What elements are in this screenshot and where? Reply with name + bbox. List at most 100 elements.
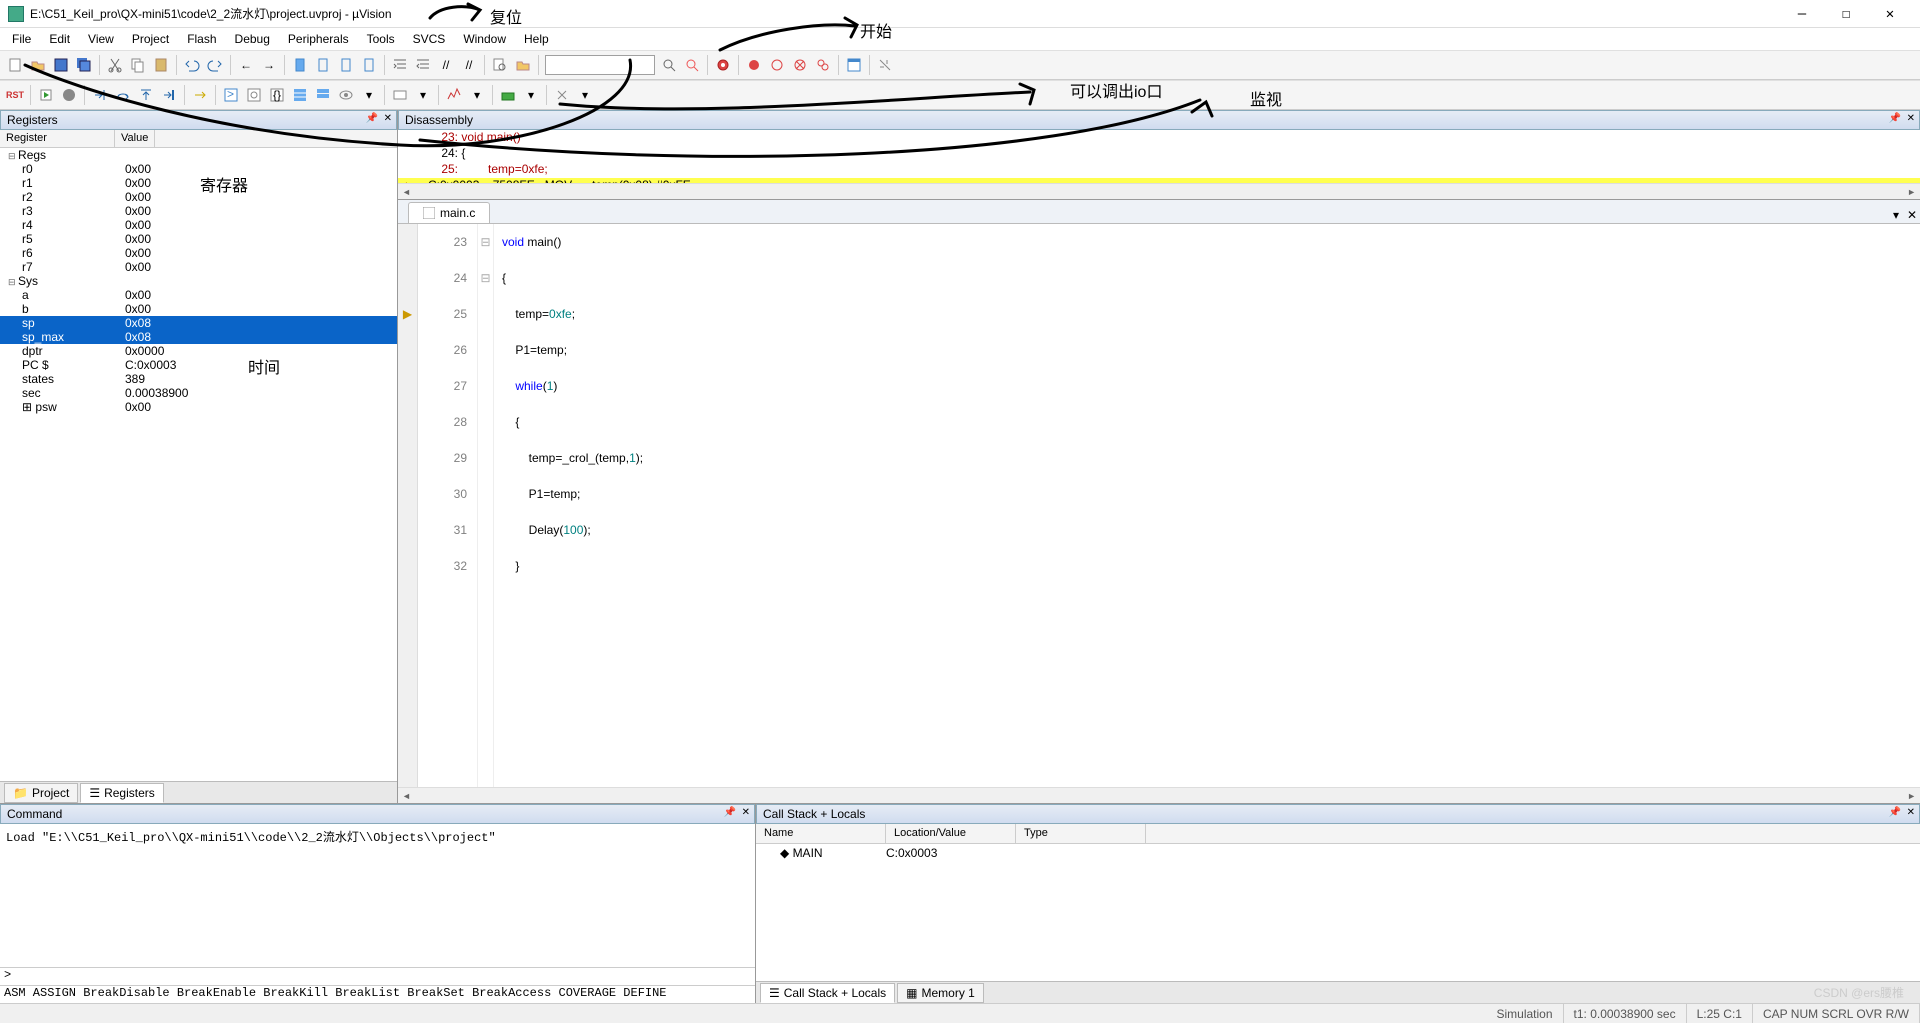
reg-row[interactable]: a0x00	[0, 288, 397, 302]
run-icon[interactable]	[35, 84, 57, 106]
breakpoint-kill-icon[interactable]	[789, 54, 811, 76]
indent-icon[interactable]	[389, 54, 411, 76]
registers-window-icon[interactable]	[289, 84, 311, 106]
menu-debug[interactable]: Debug	[227, 30, 278, 48]
reg-row[interactable]: PC $C:0x0003	[0, 358, 397, 372]
step-out-icon[interactable]	[135, 84, 157, 106]
callstack-row[interactable]: ◆ MAINC:0x0003	[756, 844, 1920, 862]
command-window-icon[interactable]: >	[220, 84, 242, 106]
reg-group[interactable]: Regs	[0, 148, 397, 162]
trace-window-icon[interactable]	[443, 84, 465, 106]
reg-row[interactable]: sp0x08	[0, 316, 397, 330]
toolbox-icon[interactable]	[497, 84, 519, 106]
editor-hscroll[interactable]	[398, 787, 1920, 803]
close-panel-icon[interactable]: ✕	[1907, 113, 1915, 124]
tab-callstack[interactable]: ☰Call Stack + Locals	[760, 983, 895, 1003]
configure-icon[interactable]	[874, 54, 896, 76]
menu-file[interactable]: File	[4, 30, 39, 48]
reg-row[interactable]: dptr0x0000	[0, 344, 397, 358]
paste-icon[interactable]	[150, 54, 172, 76]
toolbox-dd-icon[interactable]: ▾	[520, 84, 542, 106]
reg-row[interactable]: r70x00	[0, 260, 397, 274]
memory-window-icon[interactable]: ▾	[358, 84, 380, 106]
redo-icon[interactable]	[204, 54, 226, 76]
editor-close-icon[interactable]: ✕	[1904, 207, 1920, 223]
reg-row[interactable]: states389	[0, 372, 397, 386]
menu-project[interactable]: Project	[124, 30, 177, 48]
bookmark-next-icon[interactable]	[335, 54, 357, 76]
symbols-window-icon[interactable]: {}	[266, 84, 288, 106]
pin-icon[interactable]: 📌	[1889, 113, 1901, 124]
run-to-cursor-icon[interactable]	[158, 84, 180, 106]
tab-project[interactable]: 📁Project	[4, 783, 78, 803]
bookmark-clear-icon[interactable]	[358, 54, 380, 76]
pin-icon[interactable]: 📌	[724, 807, 736, 818]
serial-window-icon[interactable]	[389, 84, 411, 106]
callstack-table[interactable]: ◆ MAINC:0x0003	[756, 844, 1920, 981]
disassembly-window-icon[interactable]	[243, 84, 265, 106]
uncomment-icon[interactable]: //	[458, 54, 480, 76]
cut-icon[interactable]	[104, 54, 126, 76]
reg-group[interactable]: Sys	[0, 274, 397, 288]
step-over-icon[interactable]	[112, 84, 134, 106]
comment-icon[interactable]: //	[435, 54, 457, 76]
reg-row[interactable]: r40x00	[0, 218, 397, 232]
command-input[interactable]: >	[0, 967, 755, 985]
copy-icon[interactable]	[127, 54, 149, 76]
open-icon[interactable]	[27, 54, 49, 76]
find-icon[interactable]	[658, 54, 680, 76]
code-editor[interactable]: ▶ 23242526272829303132 ⊟⊟ void main(){ t…	[398, 224, 1920, 787]
update-windows-icon[interactable]	[551, 84, 573, 106]
reg-row[interactable]: ⊞ psw0x00	[0, 400, 397, 414]
menu-view[interactable]: View	[80, 30, 122, 48]
menu-edit[interactable]: Edit	[41, 30, 78, 48]
close-panel-icon[interactable]: ✕	[1907, 807, 1915, 818]
editor-dropdown-icon[interactable]: ▾	[1888, 207, 1904, 223]
find-in-files-icon[interactable]	[489, 54, 511, 76]
menu-svcs[interactable]: SVCS	[405, 30, 454, 48]
reg-row[interactable]: r30x00	[0, 204, 397, 218]
callstack-window-icon[interactable]	[312, 84, 334, 106]
reg-row[interactable]: sp_max0x08	[0, 330, 397, 344]
reg-row[interactable]: r60x00	[0, 246, 397, 260]
reg-row[interactable]: r10x00	[0, 176, 397, 190]
watch-window-icon[interactable]	[335, 84, 357, 106]
analysis-window-icon[interactable]: ▾	[412, 84, 434, 106]
debug-icon[interactable]	[712, 54, 734, 76]
breakpoint-insert-icon[interactable]	[743, 54, 765, 76]
tab-registers[interactable]: ☰Registers	[80, 783, 163, 803]
reset-icon[interactable]: RST	[4, 84, 26, 106]
menu-tools[interactable]: Tools	[359, 30, 403, 48]
toolbox-dd2-icon[interactable]: ▾	[574, 84, 596, 106]
menu-peripherals[interactable]: Peripherals	[280, 30, 357, 48]
minimize-button[interactable]: —	[1780, 2, 1824, 26]
bookmark-icon[interactable]	[289, 54, 311, 76]
reg-row[interactable]: b0x00	[0, 302, 397, 316]
disassembly-hscroll[interactable]	[398, 183, 1920, 199]
close-button[interactable]: ✕	[1868, 2, 1912, 26]
stop-icon[interactable]	[58, 84, 80, 106]
close-panel-icon[interactable]: ✕	[384, 113, 392, 124]
nav-fwd-icon[interactable]: →	[258, 54, 280, 76]
disassembly-view[interactable]: 23: void main() 24: { 25: temp=0xfe;⇨C:0…	[398, 130, 1920, 183]
reg-row[interactable]: r20x00	[0, 190, 397, 204]
show-next-icon[interactable]	[189, 84, 211, 106]
outdent-icon[interactable]	[412, 54, 434, 76]
find-input[interactable]	[545, 55, 655, 75]
bookmark-prev-icon[interactable]	[312, 54, 334, 76]
menu-flash[interactable]: Flash	[179, 30, 224, 48]
pin-icon[interactable]: 📌	[366, 113, 378, 124]
breakpoint-disable-icon[interactable]	[766, 54, 788, 76]
pin-icon[interactable]: 📌	[1889, 807, 1901, 818]
reg-row[interactable]: sec0.00038900	[0, 386, 397, 400]
menu-help[interactable]: Help	[516, 30, 557, 48]
save-all-icon[interactable]	[73, 54, 95, 76]
window-icon[interactable]	[843, 54, 865, 76]
step-icon[interactable]	[89, 84, 111, 106]
reg-row[interactable]: r50x00	[0, 232, 397, 246]
undo-icon[interactable]	[181, 54, 203, 76]
tab-memory1[interactable]: ▦Memory 1	[897, 983, 984, 1003]
breakpoint-killall-icon[interactable]	[812, 54, 834, 76]
nav-back-icon[interactable]: ←	[235, 54, 257, 76]
folder-icon[interactable]	[512, 54, 534, 76]
